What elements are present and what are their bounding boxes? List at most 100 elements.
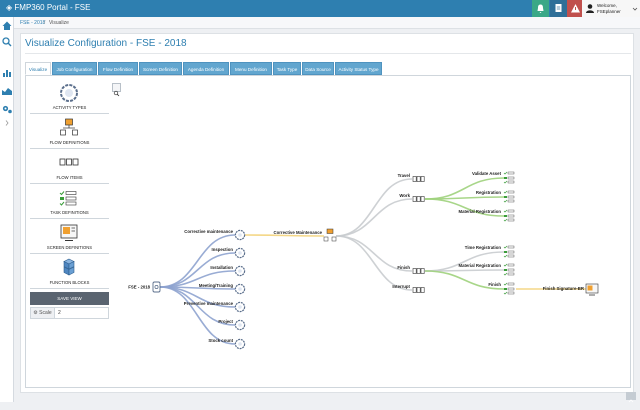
flow-node-child: [331, 236, 337, 242]
activity-label: Corrective maintenance: [184, 229, 233, 234]
tab-visualize[interactable]: Visualize: [25, 62, 51, 75]
task-node-row2: [507, 214, 515, 218]
flow-node[interactable]: [326, 228, 334, 234]
task-node-mark: [504, 288, 507, 290]
task-node-mark: [504, 215, 507, 217]
screen-label: Finish Signature-BR: [543, 286, 585, 291]
task-node-mark: [504, 177, 507, 179]
avatar-icon: [586, 4, 594, 13]
task-node-check: [503, 263, 508, 267]
activity-link: [159, 286, 236, 345]
task-node-row2: [507, 250, 515, 254]
nav-home[interactable]: [0, 19, 14, 33]
task-node[interactable]: [507, 245, 515, 249]
nav-collapse[interactable]: [0, 116, 14, 130]
activity-node-center: [238, 269, 242, 273]
task-node-mark: [504, 269, 507, 271]
tab-task-type[interactable]: Task Type: [273, 62, 301, 75]
activity-node-center: [238, 251, 242, 255]
flow-item-label: Travel: [398, 173, 410, 178]
flow-item-link: [335, 178, 413, 237]
scroll-top-button[interactable]: [626, 392, 636, 403]
top-bar: ◈ FMP360 Portal - FSE Welcome, FSEplanne…: [0, 0, 640, 17]
work-task-link: [424, 177, 505, 200]
flow-item-label: Interrupt: [392, 284, 410, 289]
task-node-check: [503, 209, 508, 213]
task-node-row3: [507, 180, 515, 184]
task-node[interactable]: [507, 263, 515, 267]
activity-label: Inspection: [212, 247, 234, 252]
flow-item-node[interactable]: [416, 268, 421, 274]
tab-menu-definition[interactable]: Menu Definition: [230, 62, 272, 75]
root-node[interactable]: [152, 281, 161, 293]
page-panel: Visualize Configuration - FSE - 2018 Vis…: [20, 33, 634, 393]
flow-item-node[interactable]: [412, 287, 417, 293]
tab-data-source[interactable]: Data Source: [302, 62, 334, 75]
app-title[interactable]: ◈ FMP360 Portal - FSE: [6, 3, 90, 12]
chevron-up-icon: [628, 399, 634, 403]
task-node-check2: [503, 180, 508, 184]
nav-reports[interactable]: [0, 66, 14, 80]
task-node-row2: [507, 195, 515, 199]
task-node-row3: [507, 199, 515, 203]
task-node[interactable]: [507, 209, 515, 213]
breadcrumb-current: Visualize: [49, 20, 69, 26]
task-node-check2: [503, 254, 508, 258]
task-node-row3: [507, 218, 515, 222]
task-node-check2: [503, 199, 508, 203]
tab-screen-definition[interactable]: Screen Definition: [139, 62, 182, 75]
task-node-row2: [507, 287, 515, 291]
flow-item-node[interactable]: [416, 176, 421, 182]
tab-activity-status-type[interactable]: Activity Status Type: [335, 62, 382, 75]
graph-canvas[interactable]: FSE - 2018 Corrective maintenance Inspecti…: [26, 76, 630, 387]
screen-node-thumb: [587, 285, 593, 291]
flow-item-node[interactable]: [412, 176, 417, 182]
tab-job-configuration[interactable]: Job Configuration: [52, 62, 97, 75]
activity-node-center: [238, 305, 242, 309]
user-name: FSEplanner: [597, 8, 621, 14]
activity-label: Stock count: [208, 338, 233, 343]
visualize-panel: ACTIVITY TYPES FLOW DEFINITIONS FLOW ITE…: [25, 75, 631, 388]
task-node-row3: [507, 254, 515, 258]
tab-flow-definition[interactable]: Flow Definition: [98, 62, 138, 75]
flow-item-node[interactable]: [420, 268, 425, 274]
bell-icon: [537, 4, 544, 13]
tab-agenda-definition[interactable]: Agenda Definition: [183, 62, 229, 75]
flow-item-node[interactable]: [412, 268, 417, 274]
flow-item-node[interactable]: [420, 287, 425, 293]
nav-analytics[interactable]: [0, 84, 14, 98]
flow-item-node[interactable]: [416, 287, 421, 293]
area-chart-icon: [2, 88, 12, 95]
flow-item-node[interactable]: [412, 196, 417, 202]
root-label: FSE - 2018: [128, 285, 150, 290]
nav-search[interactable]: [0, 35, 14, 49]
chevron-down-icon: [632, 7, 638, 11]
task-node[interactable]: [507, 282, 515, 286]
page-title: Visualize Configuration - FSE - 2018: [25, 38, 187, 49]
breadcrumb-item[interactable]: FSE - 2018: [20, 20, 45, 26]
notifications-button[interactable]: [532, 0, 549, 17]
user-menu[interactable]: Welcome, FSEplanner: [582, 0, 640, 17]
task-label: Registration: [476, 190, 501, 195]
flow-label: Corrective Maintenance: [274, 230, 323, 235]
documents-button[interactable]: [550, 0, 567, 17]
task-label: Finish: [488, 282, 501, 287]
task-node-check: [503, 190, 508, 194]
activity-label: Installation: [210, 265, 233, 270]
flow-item-label: Work: [399, 193, 410, 198]
left-nav: [0, 17, 14, 402]
bar-chart-icon: [3, 70, 11, 77]
task-label: Material Registration: [458, 263, 501, 268]
task-node[interactable]: [507, 190, 515, 194]
task-node-row2: [507, 268, 515, 272]
flow-item-label: Finish: [397, 265, 410, 270]
flow-item-node[interactable]: [420, 176, 425, 182]
flow-item-node[interactable]: [420, 196, 425, 202]
flow-link: [244, 234, 325, 237]
task-node[interactable]: [507, 171, 515, 175]
nav-settings[interactable]: [0, 102, 14, 116]
flow-node-child: [323, 236, 329, 242]
task-node-row3: [507, 291, 515, 295]
flow-item-node[interactable]: [416, 196, 421, 202]
activity-link: [159, 252, 236, 288]
